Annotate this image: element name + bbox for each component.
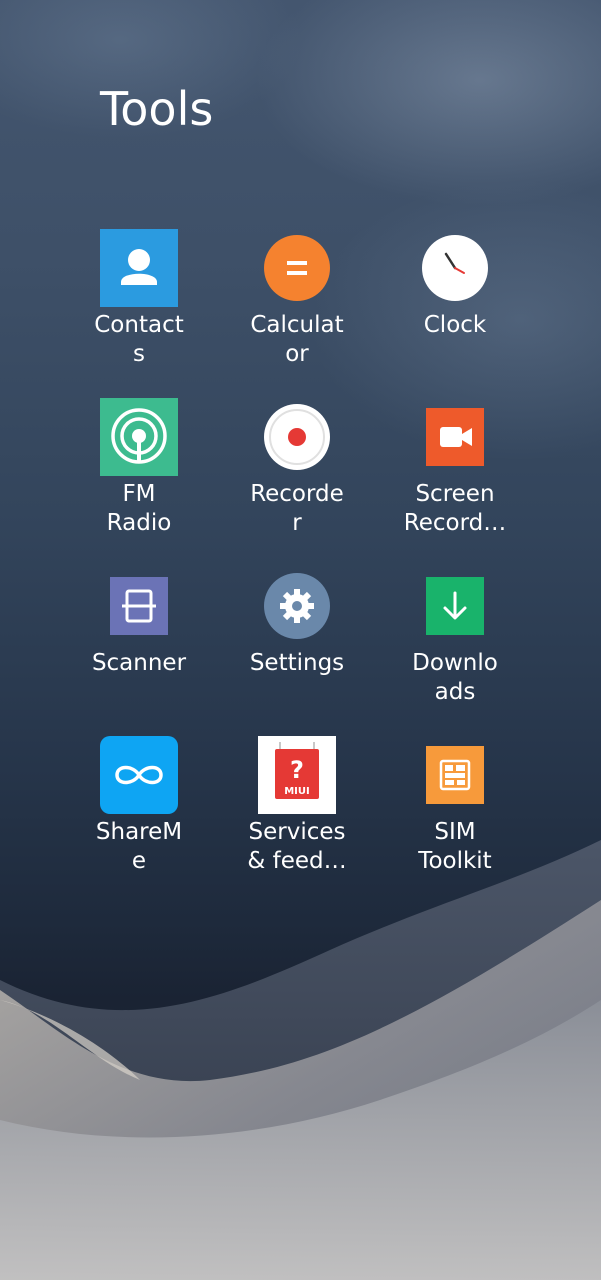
app-label: SIM Toolkit [418, 819, 492, 874]
scanner-icon [100, 567, 178, 645]
app-fm-radio[interactable]: FM Radio [64, 398, 214, 558]
screen-recorder-icon [416, 398, 494, 476]
app-label: Downlo ads [412, 650, 498, 705]
app-calculator[interactable]: Calculat or [222, 229, 372, 389]
app-label: Contact s [94, 312, 184, 367]
contacts-icon [100, 229, 178, 307]
app-label: Scanner [91, 650, 187, 676]
question-mark: ? [290, 756, 304, 784]
settings-icon [258, 567, 336, 645]
app-recorder[interactable]: Recorde r [222, 398, 372, 558]
app-clock[interactable]: Clock [380, 229, 530, 389]
app-screen-recorder[interactable]: Screen Record… [380, 398, 530, 558]
app-contacts[interactable]: Contact s [64, 229, 214, 389]
shareme-icon [100, 736, 178, 814]
app-downloads[interactable]: Downlo ads [380, 567, 530, 727]
app-services-feedback[interactable]: ? MIUI Services & feed… [222, 736, 372, 896]
app-sim-toolkit[interactable]: SIM Toolkit [380, 736, 530, 896]
downloads-icon [416, 567, 494, 645]
app-scanner[interactable]: Scanner [64, 567, 214, 727]
clock-icon [416, 229, 494, 307]
app-label: Screen Record… [403, 481, 507, 536]
app-label: Calculat or [250, 312, 344, 367]
fm-radio-icon [100, 398, 178, 476]
app-label: FM Radio [106, 481, 172, 536]
app-label: Services & feed… [247, 819, 347, 874]
app-label: Recorde r [250, 481, 344, 536]
calculator-icon [258, 229, 336, 307]
app-label: ShareM e [95, 819, 183, 874]
miui-text: MIUI [284, 786, 310, 797]
app-shareme[interactable]: ShareM e [64, 736, 214, 896]
app-settings[interactable]: Settings [222, 567, 372, 727]
services-feedback-icon: ? MIUI [258, 736, 336, 814]
folder-title: Tools [100, 82, 214, 136]
recorder-icon [258, 398, 336, 476]
app-label: Clock [423, 312, 487, 338]
sim-toolkit-icon [416, 736, 494, 814]
app-label: Settings [249, 650, 345, 676]
